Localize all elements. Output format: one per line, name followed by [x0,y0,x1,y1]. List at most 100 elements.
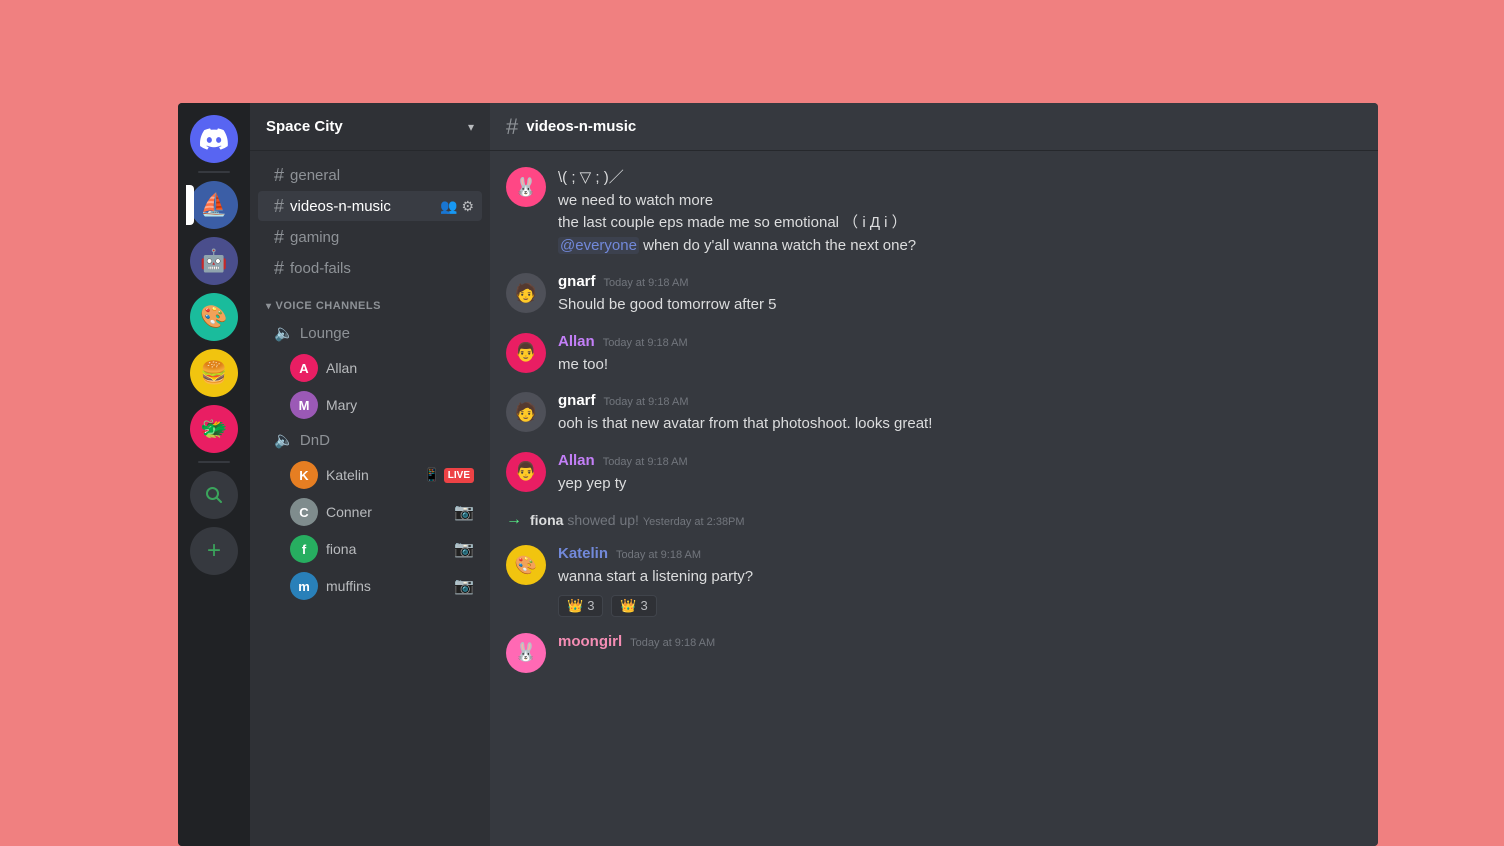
message-text-topuser-1: \( ; ▽ ; )／ [558,167,1362,190]
avatar-muffins: m [290,572,318,600]
voice-member-name-mary: Mary [326,397,474,413]
message-author-moongirl: moongirl [558,633,622,650]
voice-member-name-muffins: muffins [326,578,454,594]
hash-icon: # [274,259,284,277]
chat-messages: 🐰 \( ; ▽ ; )／ we need to watch more the … [490,151,1378,846]
message-content-gnarf1: gnarf Today at 9:18 AM Should be good to… [558,273,1362,317]
server-icon-sv5[interactable]: 🐲 [190,405,238,453]
voice-member-conner[interactable]: C Conner 📷 [258,494,482,530]
channel-item-food-fails[interactable]: # food-fails [258,253,482,283]
channel-name-general: general [290,167,474,184]
avatar-katelin: K [290,461,318,489]
hash-icon: # [274,228,284,246]
discord-app: ⛵ 🤖 🎨 🍔 🐲 + Space City ▾ [178,103,1378,846]
search-server-button[interactable] [190,471,238,519]
category-arrow-icon: ▾ [266,301,272,312]
message-author-allan2: Allan [558,452,595,469]
system-message-fiona: → fiona showed up! Yesterday at 2:38PM [506,511,1362,529]
reaction-count-2: 3 [641,598,648,613]
speaker-icon: 🔈 [274,323,294,343]
reaction-crown-2[interactable]: 👑 3 [611,595,656,617]
message-text-gnarf1: Should be good tomorrow after 5 [558,294,1362,317]
message-timestamp-allan1: Today at 9:18 AM [603,337,688,349]
video-icon-fiona: 📷 [454,539,474,559]
voice-channels-label: VOICE CHANNELS [276,300,381,312]
avatar-allan-msg: 👨 [506,333,546,373]
hash-icon: # [274,197,284,215]
avatar-katelin-msg: 🎨 [506,545,546,585]
message-content-katelin: Katelin Today at 9:18 AM wanna start a l… [558,545,1362,617]
system-username-fiona: fiona [530,512,563,528]
server-icon-sv4[interactable]: 🍔 [190,349,238,397]
message-timestamp-gnarf1: Today at 9:18 AM [604,277,689,289]
message-content-moongirl: moongirl Today at 9:18 AM [558,633,1362,673]
voice-channel-dnd[interactable]: 🔈 DnD [258,424,482,456]
channel-list: # general # videos-n-music 👥 ⚙ # gaming … [250,151,490,846]
add-member-icon[interactable]: 👥 [440,198,457,215]
avatar-fiona: f [290,535,318,563]
message-text-allan1: me too! [558,354,1362,377]
message-text-topuser-2: we need to watch more [558,190,1362,213]
avatar-allan: A [290,354,318,382]
join-arrow-icon: → [506,511,522,529]
voice-member-mary[interactable]: M Mary [258,387,482,423]
message-group-katelin: 🎨 Katelin Today at 9:18 AM wanna start a… [506,545,1362,617]
server-name: Space City [266,118,343,135]
channel-actions: 👥 ⚙ [440,198,474,215]
server-icon-sv2[interactable]: 🤖 [190,237,238,285]
message-group-gnarf1: 🧑 gnarf Today at 9:18 AM Should be good … [506,273,1362,317]
chat-area: # videos-n-music 🐰 \( ; ▽ ; )／ we need t… [490,103,1378,846]
avatar-topuser: 🐰 [506,167,546,207]
video-icon-conner: 📷 [454,502,474,522]
voice-member-name-katelin: Katelin [326,467,420,483]
message-author-gnarf1: gnarf [558,273,596,290]
active-indicator [186,185,194,225]
voice-member-allan[interactable]: A Allan [258,350,482,386]
reaction-crown-1[interactable]: 👑 3 [558,595,603,617]
message-content-allan2: Allan Today at 9:18 AM yep yep ty [558,452,1362,496]
server-divider-2 [198,461,230,463]
voice-member-muffins[interactable]: m muffins 📷 [258,568,482,604]
reaction-count-1: 3 [587,598,594,613]
reactions-katelin: 👑 3 👑 3 [558,589,1362,617]
voice-member-name-fiona: fiona [326,541,454,557]
message-author-gnarf2: gnarf [558,392,596,409]
channel-item-gaming[interactable]: # gaming [258,222,482,252]
server-header[interactable]: Space City ▾ [250,103,490,151]
video-icon-muffins: 📷 [454,576,474,596]
message-author-katelin: Katelin [558,545,608,562]
message-content-allan1: Allan Today at 9:18 AM me too! [558,333,1362,377]
mention-everyone: @everyone [558,237,639,254]
message-timestamp-moongirl: Today at 9:18 AM [630,637,715,649]
hash-icon: # [274,166,284,184]
channel-sidebar: Space City ▾ # general # videos-n-music … [250,103,490,846]
voice-channel-lounge[interactable]: 🔈 Lounge [258,317,482,349]
add-server-button[interactable]: + [190,527,238,575]
server-divider [198,171,230,173]
avatar-mary: M [290,391,318,419]
server-icon-sv1[interactable]: ⛵ [190,181,238,229]
voice-member-fiona[interactable]: f fiona 📷 [258,531,482,567]
speaker-icon-dnd: 🔈 [274,430,294,450]
voice-member-katelin[interactable]: K Katelin 📱 LIVE [258,457,482,493]
settings-icon[interactable]: ⚙ [461,198,474,215]
voice-channel-name-lounge: Lounge [300,325,474,342]
server-icon-sv3[interactable]: 🎨 [190,293,238,341]
system-timestamp-fiona: Yesterday at 2:38PM [643,516,745,528]
server-indicator-sv1: ⛵ [190,181,238,229]
message-group-moongirl: 🐰 moongirl Today at 9:18 AM [506,633,1362,673]
channel-item-videos-n-music[interactable]: # videos-n-music 👥 ⚙ [258,191,482,221]
message-text-allan2: yep yep ty [558,473,1362,496]
message-timestamp-gnarf2: Today at 9:18 AM [604,396,689,408]
message-content-gnarf2: gnarf Today at 9:18 AM ooh is that new a… [558,392,1362,436]
avatar-allan2: 👨 [506,452,546,492]
avatar-conner: C [290,498,318,526]
avatar-gnarf2: 🧑 [506,392,546,432]
message-header-allan1: Allan Today at 9:18 AM [558,333,1362,350]
avatar-moongirl: 🐰 [506,633,546,673]
voice-channels-category[interactable]: ▾ VOICE CHANNELS [250,284,490,316]
discord-home-button[interactable] [190,115,238,163]
chat-channel-name: videos-n-music [526,118,636,135]
message-group-gnarf2: 🧑 gnarf Today at 9:18 AM ooh is that new… [506,392,1362,436]
channel-item-general[interactable]: # general [258,160,482,190]
